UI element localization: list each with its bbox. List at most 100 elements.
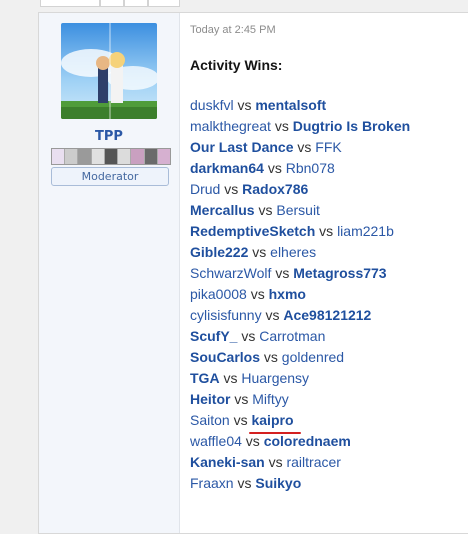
player-link[interactable]: Radox786: [242, 181, 308, 197]
badge-icon: [144, 149, 158, 164]
match-row: Fraaxn vs Suikyo: [190, 473, 410, 494]
vs-label: vs: [293, 139, 316, 155]
vs-label: vs: [233, 97, 256, 113]
match-row: Our Last Dance vs FFK: [190, 137, 410, 158]
player-link[interactable]: pika0008: [190, 286, 247, 302]
player-link[interactable]: Kaneki-san: [190, 454, 265, 470]
post-timestamp[interactable]: Today at 2:45 PM: [190, 24, 276, 36]
author-username[interactable]: TPP: [39, 129, 179, 144]
player-link[interactable]: Our Last Dance: [190, 139, 293, 155]
player-link[interactable]: malkthegreat: [190, 118, 271, 134]
player-link[interactable]: cylisisfunny: [190, 307, 262, 323]
vs-label: vs: [315, 223, 338, 239]
red-underline-annotation: [249, 432, 301, 434]
player-link[interactable]: railtracer: [286, 454, 340, 470]
vs-label: vs: [261, 307, 284, 323]
player-link[interactable]: SouCarlos: [190, 349, 260, 365]
player-link[interactable]: Gible222: [190, 244, 248, 260]
post-author-panel: TPP Moderator: [39, 13, 180, 533]
match-row: Kaneki-san vs railtracer: [190, 452, 410, 473]
player-link[interactable]: Miftyy: [252, 391, 289, 407]
match-row: cylisisfunny vs Ace98121212: [190, 305, 410, 326]
player-link[interactable]: Fraaxn: [190, 475, 234, 491]
player-link[interactable]: ScufY_: [190, 328, 237, 344]
match-row: duskfvl vs mentalsoft: [190, 95, 410, 116]
player-link[interactable]: darkman64: [190, 160, 264, 176]
player-link[interactable]: Drud: [190, 181, 220, 197]
vs-label: vs: [263, 160, 286, 176]
vs-label: vs: [219, 370, 242, 386]
page-nav-prev[interactable]: [40, 0, 100, 7]
match-row: SouCarlos vs goldenred: [190, 347, 410, 368]
player-link[interactable]: colorednaem: [264, 433, 351, 449]
match-list: duskfvl vs mentalsoft malkthegreat vs Dug…: [190, 95, 410, 494]
match-row: malkthegreat vs Dugtrio Is Broken: [190, 116, 410, 137]
vs-label: vs: [270, 118, 293, 134]
player-link[interactable]: RedemptiveSketch: [190, 223, 315, 239]
vs-label: vs: [271, 265, 294, 281]
forum-post: TPP Moderator Today at 2:45 PM Activity …: [38, 12, 468, 534]
match-row: pika0008 vs hxmo: [190, 284, 410, 305]
page-nav-button[interactable]: [148, 0, 180, 7]
vs-label: vs: [237, 328, 260, 344]
user-role-banner: Moderator: [51, 167, 169, 186]
vs-label: vs: [241, 433, 264, 449]
badge-icon: [91, 149, 105, 164]
player-link[interactable]: kaipro: [251, 412, 293, 428]
match-row: darkman64 vs Rbn078: [190, 158, 410, 179]
match-row: ScufY_ vs Carrotman: [190, 326, 410, 347]
player-link[interactable]: elheres: [270, 244, 316, 260]
post-heading: Activity Wins:: [190, 57, 283, 73]
player-link[interactable]: Dugtrio Is Broken: [293, 118, 410, 134]
match-row: RedemptiveSketch vs liam221b: [190, 221, 410, 242]
badge-icon: [65, 149, 79, 164]
page-nav-button[interactable]: [100, 0, 124, 7]
player-link[interactable]: Metagross773: [293, 265, 386, 281]
player-link[interactable]: SchwarzWolf: [190, 265, 271, 281]
vs-label: vs: [230, 391, 253, 407]
player-link[interactable]: Huargensy: [241, 370, 309, 386]
player-link[interactable]: FFK: [315, 139, 341, 155]
player-link[interactable]: goldenred: [282, 349, 344, 365]
pagination-strip: [0, 0, 468, 8]
vs-label: vs: [220, 181, 243, 197]
badge-icon: [157, 149, 170, 164]
match-row: SchwarzWolf vs Metagross773: [190, 263, 410, 284]
player-link[interactable]: Ace98121212: [283, 307, 371, 323]
player-link[interactable]: liam221b: [337, 223, 394, 239]
vs-label: vs: [246, 286, 269, 302]
player-link[interactable]: mentalsoft: [255, 97, 326, 113]
vs-label: vs: [233, 475, 256, 491]
avatar[interactable]: [61, 23, 157, 119]
page-nav-button[interactable]: [124, 0, 148, 7]
player-link[interactable]: Heitor: [190, 391, 230, 407]
player-link[interactable]: duskfvl: [190, 97, 234, 113]
badge-icon: [52, 149, 66, 164]
player-link[interactable]: Saiton: [190, 412, 230, 428]
vs-label: vs: [229, 412, 252, 428]
user-badges: [51, 148, 171, 165]
player-link[interactable]: Bersuit: [276, 202, 320, 218]
vs-label: vs: [248, 244, 271, 260]
match-row: Gible222 vs elheres: [190, 242, 410, 263]
match-row: Saiton vs kaipro: [190, 410, 410, 431]
match-row: waffle04 vs colorednaem: [190, 431, 410, 452]
player-link[interactable]: Mercallus: [190, 202, 255, 218]
match-row: Mercallus vs Bersuit: [190, 200, 410, 221]
badge-icon: [78, 149, 92, 164]
player-link[interactable]: TGA: [190, 370, 220, 386]
match-row: TGA vs Huargensy: [190, 368, 410, 389]
badge-icon: [118, 149, 132, 164]
player-link[interactable]: Carrotman: [259, 328, 325, 344]
badge-icon: [131, 149, 145, 164]
vs-label: vs: [260, 349, 282, 365]
player-link[interactable]: Suikyo: [255, 475, 301, 491]
player-link[interactable]: waffle04: [190, 433, 242, 449]
match-row: Drud vs Radox786: [190, 179, 410, 200]
player-link[interactable]: Rbn078: [286, 160, 335, 176]
badge-icon: [104, 149, 119, 164]
player-link[interactable]: hxmo: [269, 286, 306, 302]
match-row: Heitor vs Miftyy: [190, 389, 410, 410]
vs-label: vs: [264, 454, 287, 470]
vs-label: vs: [254, 202, 277, 218]
